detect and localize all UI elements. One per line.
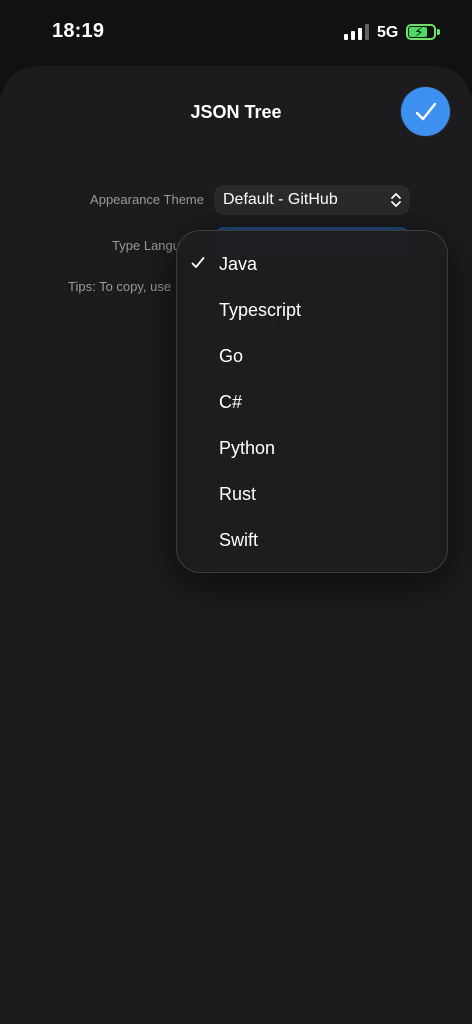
battery-cap [437,29,440,35]
menu-item-go[interactable]: Go [177,333,447,379]
menu-item-csharp[interactable]: C# [177,379,447,425]
check-icon [191,257,205,268]
tips-text: Tips: To copy, use [68,279,172,294]
appearance-theme-label: Appearance Theme [90,192,204,207]
menu-item-label: Python [219,437,276,458]
status-time: 18:19 [52,20,105,42]
menu-item-rust[interactable]: Rust [177,471,447,517]
done-button[interactable] [401,87,450,136]
menu-item-java[interactable]: Java [177,241,447,287]
appearance-theme-value: Default - GitHub [223,191,338,208]
menu-item-label: Swift [219,529,259,550]
menu-item-label: Go [219,345,244,366]
screen: 18:19 5G ⚡ JSON Tree Appearance Theme De… [0,0,472,1024]
menu-item-label: C# [219,391,243,412]
appearance-theme-select[interactable]: Default - GitHub [214,185,410,215]
language-menu: Java Typescript Go C# Python Rust Swift [176,230,448,573]
type-language-label: Type Langu [112,238,180,253]
chevron-up-down-icon [391,193,401,207]
menu-item-python[interactable]: Python [177,425,447,471]
status-bar: 18:19 5G ⚡ [0,0,472,64]
menu-item-label: Java [219,253,258,274]
menu-item-label: Rust [219,483,257,504]
menu-item-typescript[interactable]: Typescript [177,287,447,333]
checkmark-icon [415,102,436,120]
network-type: 5G [377,24,399,41]
battery-charging-icon: ⚡ [406,24,436,40]
signal-icon [344,24,370,40]
menu-item-label: Typescript [219,299,302,320]
menu-item-swift[interactable]: Swift [177,517,447,563]
